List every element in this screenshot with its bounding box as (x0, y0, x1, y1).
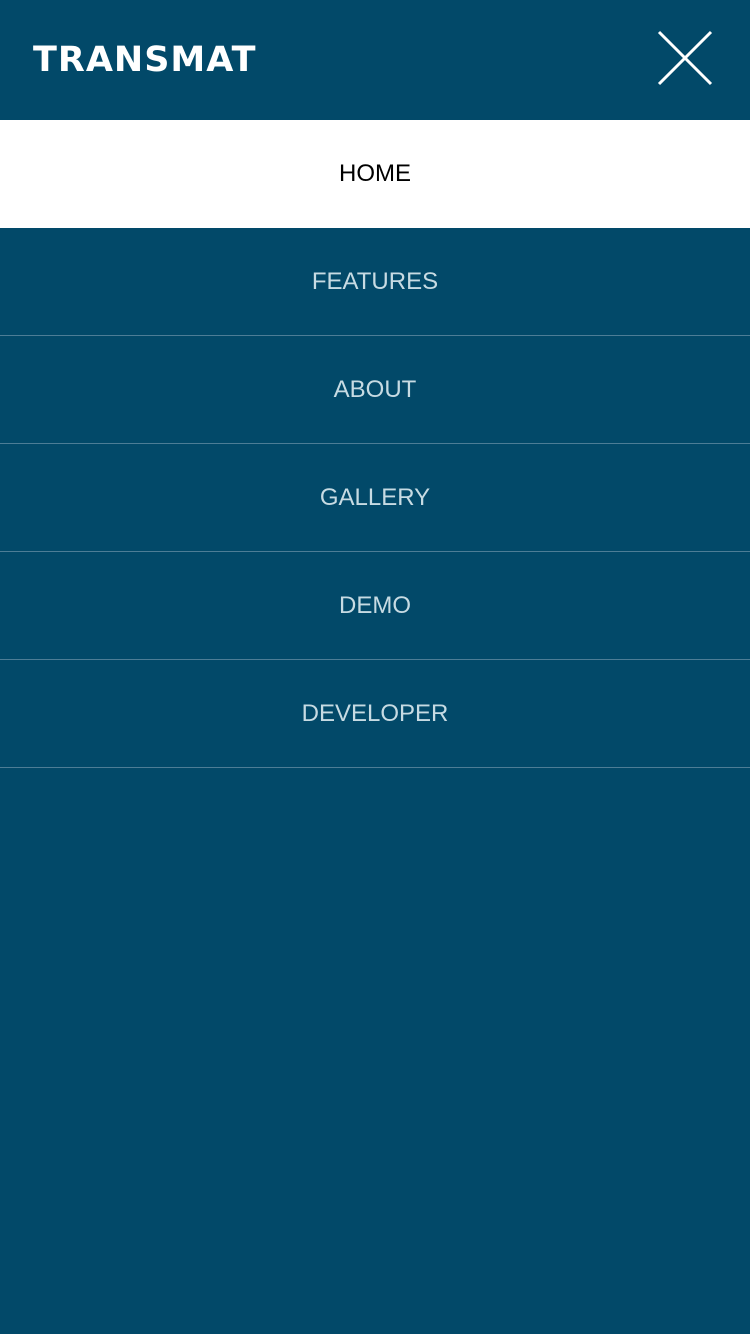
nav-item-label: ABOUT (333, 375, 417, 403)
app-header: TRANSMAT (0, 0, 750, 120)
nav-item-home[interactable]: HOME (0, 120, 750, 228)
logo[interactable]: TRANSMAT (33, 38, 257, 82)
close-icon (657, 30, 713, 86)
nav-item-gallery[interactable]: GALLERY (0, 444, 750, 552)
nav-item-label: FEATURES (311, 267, 439, 295)
close-menu-button[interactable] (655, 28, 715, 88)
nav-item-demo[interactable]: DEMO (0, 552, 750, 660)
nav-item-label: HOME (339, 159, 411, 187)
nav-item-developer[interactable]: DEVELOPER (0, 660, 750, 768)
nav-item-label: GALLERY (319, 483, 431, 511)
nav-item-label: DEVELOPER (301, 699, 449, 727)
nav-item-features[interactable]: FEATURES (0, 228, 750, 336)
nav-menu: HOME FEATURES ABOUT GALLERY DEMO DEVELOP… (0, 120, 750, 768)
nav-item-about[interactable]: ABOUT (0, 336, 750, 444)
nav-item-label: DEMO (339, 591, 411, 619)
